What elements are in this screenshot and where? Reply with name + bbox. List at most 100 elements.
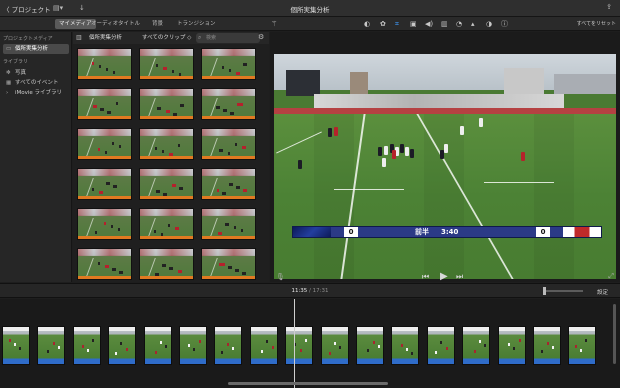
browser-clip[interactable] bbox=[201, 168, 256, 200]
clip-player bbox=[121, 271, 123, 274]
timeline-clip[interactable] bbox=[462, 326, 491, 365]
clip-player bbox=[234, 226, 236, 229]
vertical-scrollbar[interactable] bbox=[613, 304, 616, 364]
share-icon[interactable]: ⇪ bbox=[606, 3, 612, 11]
sidebar-item-project[interactable]: ▭ 個所実集分析 bbox=[3, 44, 69, 54]
browser-clip[interactable] bbox=[201, 48, 256, 80]
timeline-clip[interactable] bbox=[143, 326, 172, 365]
timeline-clip[interactable] bbox=[497, 326, 526, 365]
stabilization-icon[interactable]: ▣ bbox=[410, 19, 417, 29]
playhead[interactable] bbox=[294, 299, 295, 388]
timeline-clip[interactable] bbox=[2, 326, 30, 365]
timeline-clip[interactable] bbox=[108, 326, 137, 365]
microphone-icon[interactable]: 🎙︎ bbox=[276, 273, 285, 281]
magic-wand-icon[interactable]: ⚚ bbox=[271, 19, 277, 29]
clip-player bbox=[156, 64, 158, 67]
timeline-clip[interactable] bbox=[356, 326, 384, 365]
sidebar-item-photos[interactable]: ✻ 写真 bbox=[3, 68, 69, 78]
sidebar-item-all-events[interactable]: ▦ すべてのイベント bbox=[3, 78, 69, 88]
timeline-clip[interactable] bbox=[568, 326, 597, 365]
tab-backgrounds[interactable]: 背景 bbox=[148, 19, 167, 29]
media-library-icon[interactable]: ▤▾ bbox=[53, 4, 63, 12]
browser-clip[interactable] bbox=[201, 88, 256, 120]
previous-button[interactable]: ⏮ bbox=[422, 272, 429, 282]
sidebar-item-label: 写真 bbox=[15, 70, 27, 76]
play-button[interactable]: ▶ bbox=[440, 271, 448, 282]
browser-clip[interactable] bbox=[77, 208, 132, 240]
timeline-clip[interactable] bbox=[249, 326, 278, 365]
search-input[interactable]: 検索 bbox=[196, 33, 260, 43]
back-to-projects-button[interactable]: 〈 プロジェクト bbox=[3, 4, 51, 14]
timeline-clip[interactable] bbox=[179, 326, 207, 365]
fullscreen-icon[interactable]: ⤢ bbox=[608, 272, 614, 281]
browser-clip[interactable] bbox=[139, 168, 194, 200]
clip-player bbox=[260, 350, 263, 353]
timeline-clip[interactable] bbox=[533, 326, 561, 365]
browser-clip[interactable] bbox=[77, 48, 132, 80]
clip-player bbox=[229, 69, 231, 72]
score-left: 0 bbox=[344, 227, 358, 237]
timeline-clip[interactable] bbox=[426, 326, 455, 365]
clip-player bbox=[99, 65, 101, 68]
equalizer-icon[interactable]: ▥ bbox=[441, 19, 448, 29]
crop-icon[interactable]: ⌗ bbox=[395, 19, 399, 29]
info-icon[interactable]: ⓘ bbox=[501, 19, 508, 29]
clip-player bbox=[98, 148, 100, 151]
noise-reduction-icon[interactable]: ▴ bbox=[471, 19, 475, 29]
timeline-settings-button[interactable]: 設定 bbox=[597, 288, 608, 296]
timeline-clip[interactable] bbox=[391, 326, 420, 365]
sidebar-toggle-icon[interactable]: ▥ bbox=[76, 34, 82, 41]
clip-pitch-line bbox=[84, 138, 94, 159]
tab-transitions[interactable]: トランジション bbox=[173, 19, 220, 29]
browser-clip[interactable] bbox=[139, 128, 194, 160]
browser-clip[interactable] bbox=[77, 168, 132, 200]
color-balance-icon[interactable]: ◐ bbox=[364, 19, 370, 29]
pitch-stripe bbox=[314, 114, 354, 279]
clip-stand bbox=[78, 129, 131, 136]
sidebar-item-label: 個所実集分析 bbox=[15, 46, 49, 52]
timeline bbox=[0, 299, 620, 388]
timeline-clip[interactable] bbox=[285, 326, 314, 365]
timeline-clip[interactable] bbox=[37, 326, 66, 365]
clip-player bbox=[236, 186, 238, 189]
clip-player bbox=[244, 146, 246, 149]
clip-player bbox=[180, 270, 182, 273]
clip-stand bbox=[202, 49, 255, 56]
volume-icon[interactable]: ◀) bbox=[425, 19, 433, 29]
browser-clip[interactable] bbox=[139, 48, 194, 80]
zoom-slider-track[interactable] bbox=[543, 290, 583, 292]
clip-player bbox=[218, 106, 220, 109]
browser-clip[interactable] bbox=[77, 248, 132, 280]
clip-player bbox=[175, 113, 177, 116]
speed-icon[interactable]: ◔ bbox=[456, 19, 462, 29]
clip-player bbox=[14, 343, 16, 346]
clip-player bbox=[237, 103, 239, 106]
clip-player bbox=[101, 191, 103, 194]
clip-player bbox=[163, 67, 165, 70]
next-button[interactable]: ⏭ bbox=[456, 272, 463, 282]
tab-titles[interactable]: タイトル bbox=[114, 19, 144, 29]
timeline-clip[interactable] bbox=[214, 326, 243, 365]
sidebar-item-imovie-library[interactable]: › iMovie ライブラリ bbox=[3, 88, 69, 98]
clip-player bbox=[217, 189, 219, 192]
timeline-clip[interactable] bbox=[72, 326, 101, 365]
browser-clip[interactable] bbox=[77, 88, 132, 120]
settings-icon[interactable]: ⚙ bbox=[258, 33, 264, 41]
filter-icon[interactable]: ◑ bbox=[486, 19, 492, 29]
browser-clip[interactable] bbox=[139, 88, 194, 120]
clip-player bbox=[95, 231, 97, 234]
browser-clip[interactable] bbox=[139, 248, 194, 280]
browser-clip[interactable] bbox=[201, 208, 256, 240]
browser-clip[interactable] bbox=[201, 248, 256, 280]
horizontal-scrollbar[interactable] bbox=[228, 382, 388, 385]
browser-clip[interactable] bbox=[77, 128, 132, 160]
browser-clip[interactable] bbox=[201, 128, 256, 160]
color-correction-icon[interactable]: ✿ bbox=[380, 19, 386, 29]
video-frame: 0 前半 3:40 0 bbox=[274, 54, 616, 279]
zoom-slider-knob[interactable] bbox=[543, 287, 546, 295]
browser-clip[interactable] bbox=[139, 208, 194, 240]
clip-filter-select[interactable]: すべてのクリップ ◇ bbox=[142, 34, 191, 42]
download-icon[interactable]: ↓ bbox=[79, 4, 85, 12]
reset-all-button[interactable]: すべてをリセット bbox=[577, 19, 616, 29]
timeline-clip[interactable] bbox=[320, 326, 349, 365]
